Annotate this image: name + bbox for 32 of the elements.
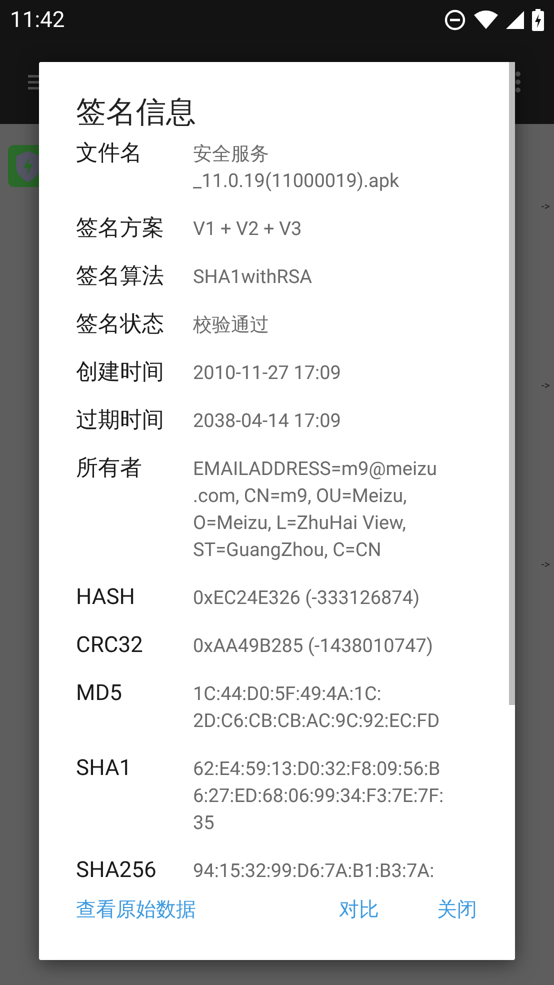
field-label: MD5	[76, 680, 124, 708]
field-label: SHA1	[76, 755, 133, 783]
field-value: 1C:44:D0:5F:49:4A:1C: 2D:C6:CB:CB:AC:9C:92:EC:FD	[193, 681, 440, 734]
field-label: 签名算法	[76, 263, 165, 290]
field-label: 创建时间	[76, 359, 165, 386]
field-label: 文件名	[76, 140, 143, 168]
field-value: V1 + V2 + V3	[193, 216, 302, 242]
field-label: HASH	[76, 584, 136, 611]
field-value: SHA1withRSA	[193, 264, 312, 290]
dialog-button[interactable]: 对比	[329, 888, 389, 931]
field-label: 签名状态	[76, 311, 165, 338]
dialog-title: 签名信息	[75, 94, 197, 132]
field-value: 94:15:32:99:D6:7A:B1:B3:7A:	[193, 858, 434, 880]
field-value: 0xEC24E326 (-333126874)	[193, 585, 420, 611]
dialog-button[interactable]: 关闭	[427, 888, 487, 931]
clock-time: 11:42	[10, 8, 65, 32]
arrow-text: ->	[541, 200, 550, 213]
field-label: 签名方案	[76, 215, 165, 242]
field-value: 校验通过	[193, 312, 269, 338]
field-value: EMAILADDRESS=m9@meizu .com, CN=m9, OU=Meizu, O=Meizu, L=ZhuHai View, ST=GuangZhou, C=CN	[193, 456, 438, 563]
arrow-text: ->	[541, 558, 550, 571]
field-value: 0xAA49B285 (-1438010747)	[193, 633, 433, 659]
field-label: SHA256	[76, 857, 158, 880]
field-value: 2010-11-27 17:09	[193, 360, 341, 386]
arrow-text: ->	[541, 379, 550, 392]
field-value: 2038-04-14 17:09	[193, 408, 341, 434]
field-label: 过期时间	[76, 407, 165, 434]
field-label: 所有者	[76, 455, 143, 483]
field-value: 62:E4:59:13:D0:32:F8:09:56:B 6:27:ED:68:06:99:34:F3:7E:7F: 35	[193, 756, 444, 836]
field-value: 安全服务 _11.0.19(11000019).apk	[193, 141, 400, 194]
field-label: CRC32	[76, 632, 144, 659]
dialog-button[interactable]: 查看原始数据	[66, 888, 206, 931]
